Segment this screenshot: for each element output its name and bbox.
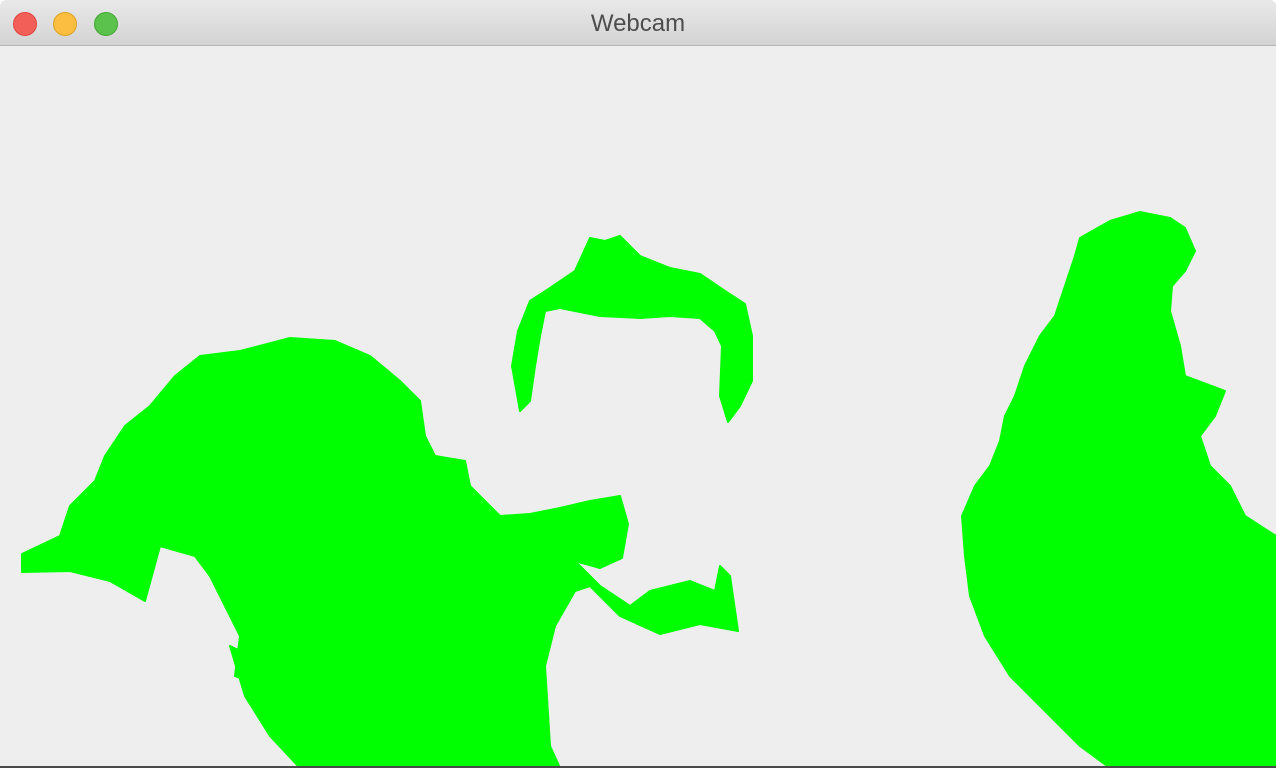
window-title: Webcam [590, 10, 686, 37]
webcam-feed [0, 46, 1276, 768]
green-mask-image [21, 211, 1276, 768]
webcam-window: Webcam [0, 0, 1276, 768]
mask-blob-center [511, 235, 753, 423]
mask-blob-right [961, 211, 1276, 768]
title-bar[interactable]: Webcam [0, 0, 1276, 46]
mask-blob-left [21, 337, 739, 768]
